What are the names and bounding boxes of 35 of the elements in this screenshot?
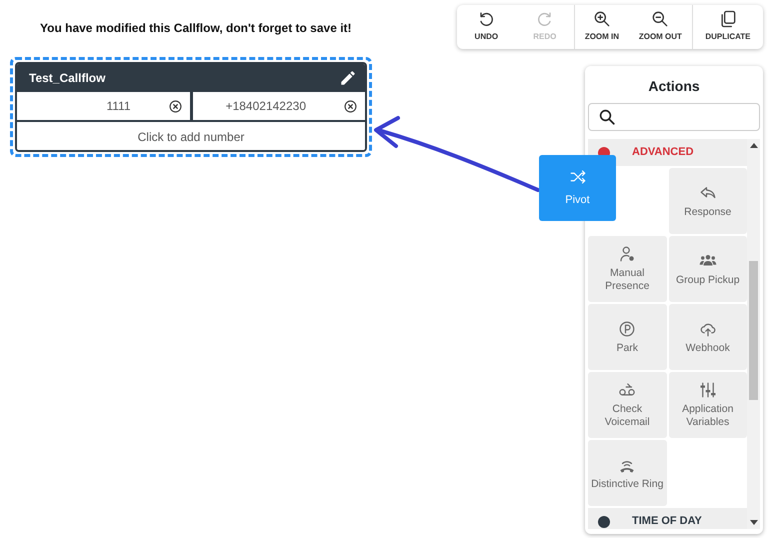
remove-icon[interactable]	[344, 100, 357, 112]
phone-number: 1111	[106, 98, 130, 115]
scrollbar[interactable]	[747, 139, 760, 529]
node-title: Test_Callflow	[29, 70, 106, 87]
dragged-action-tile[interactable]: Pivot	[539, 155, 616, 221]
search-field[interactable]	[588, 103, 760, 131]
action-tile[interactable]: Group Pickup	[668, 236, 747, 302]
toolbar-button[interactable]: ZOOM IN	[580, 5, 624, 49]
action-tile[interactable]: Park	[588, 304, 666, 370]
action-tile[interactable]: Response	[668, 168, 747, 234]
zoom-in-icon	[592, 9, 612, 29]
action-tile[interactable]: Application Variables	[668, 372, 747, 438]
sliders-icon	[698, 381, 717, 400]
action-tile[interactable]: Distinctive Ring	[588, 440, 666, 506]
panel-title: Actions	[647, 77, 701, 96]
section-title: ADVANCED	[632, 145, 694, 160]
notice-text: You have modified this Callflow, don't forget to save it!	[40, 20, 352, 37]
callflow-node[interactable]: Test_Callflow 1111 +18402142230 Click to add number	[10, 57, 372, 157]
toolbar-button[interactable]: DUPLICATE	[701, 5, 755, 49]
zoom-out-icon	[650, 9, 670, 29]
phone-number: +18402142230	[226, 98, 306, 115]
parking-icon	[618, 320, 636, 338]
action-tile[interactable]: Webhook	[668, 304, 747, 370]
search-icon	[598, 108, 616, 126]
toolbar-button[interactable]: UNDO	[470, 5, 502, 49]
action-tile[interactable]: Manual Presence	[588, 236, 666, 302]
person-icon	[618, 245, 636, 264]
edit-icon[interactable]	[339, 69, 357, 87]
section-header[interactable]: ADVANCED	[588, 139, 747, 166]
section-title: TIME OF DAY	[632, 514, 702, 529]
toolbar-button[interactable]: ZOOM OUT	[634, 5, 686, 49]
action-tile[interactable]: Check Voicemail	[588, 372, 666, 438]
section-header[interactable]: TIME OF DAY	[588, 508, 747, 529]
remove-icon[interactable]	[168, 100, 182, 112]
shuffle-icon	[568, 168, 586, 186]
